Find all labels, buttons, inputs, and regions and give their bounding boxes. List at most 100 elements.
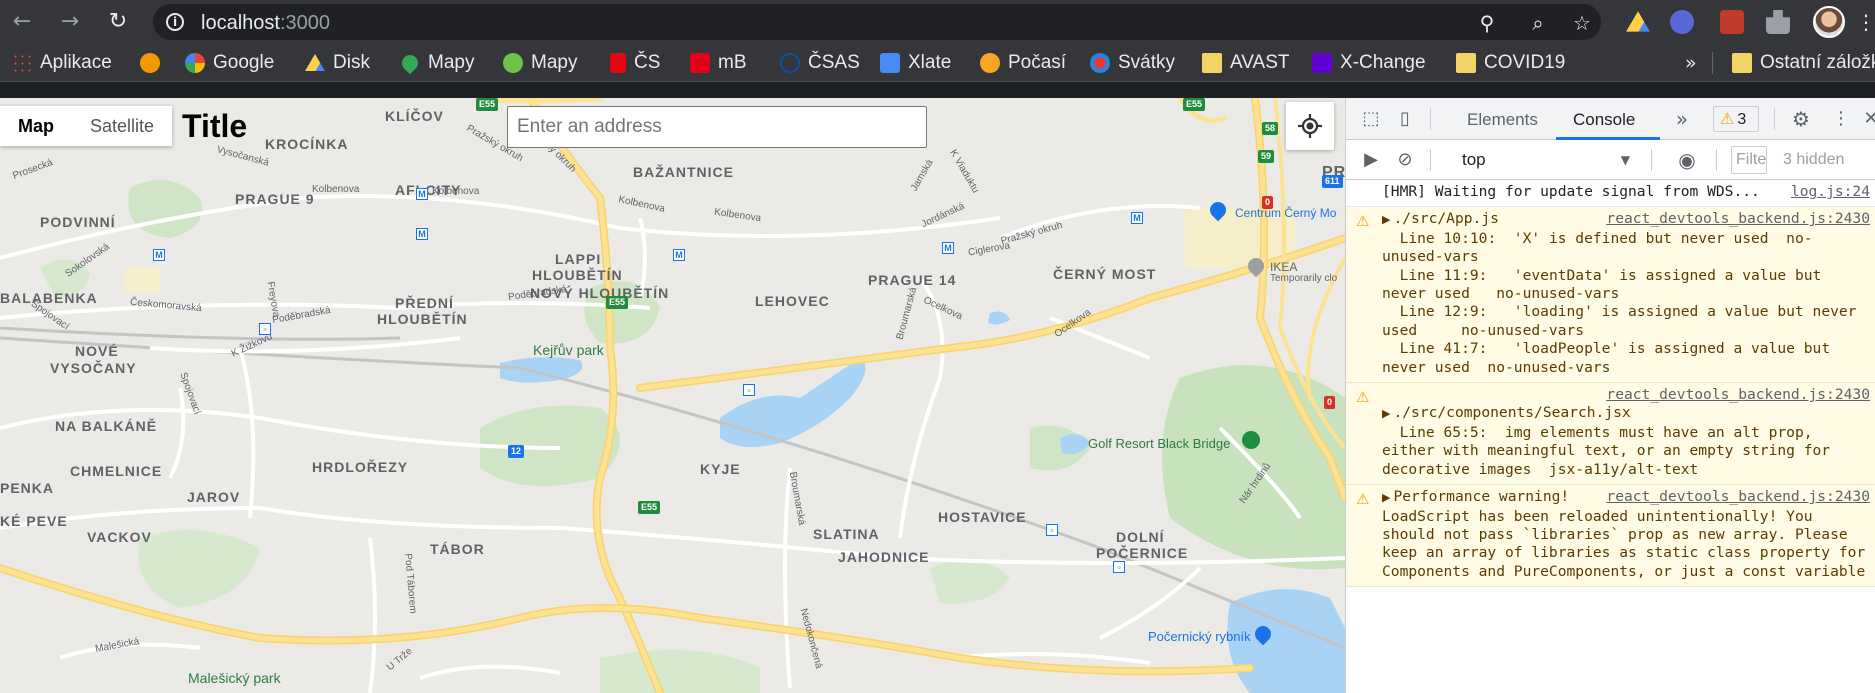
route-shield: 0 [1262, 196, 1274, 209]
bookmark-folder-avast[interactable]: AVAST [1202, 52, 1289, 74]
message-source-link[interactable]: react_devtools_backend.js:2430 [1606, 488, 1870, 506]
console-warning[interactable]: ⚠ react_devtools_backend.js:2430 ▶ ./src/… [1346, 207, 1875, 384]
bookmark-label: Mapy [428, 52, 475, 73]
train-station-icon[interactable]: ▫ [1046, 524, 1058, 536]
device-toolbar-icon[interactable]: ▯ [1394, 108, 1416, 130]
message-source-link[interactable]: react_devtools_backend.js:2430 [1606, 210, 1870, 228]
metro-station-icon[interactable]: M [416, 228, 428, 240]
expand-arrow-icon[interactable]: ▶ [1382, 213, 1390, 226]
translate-icon [880, 53, 900, 73]
devtools-tab-bar: ⬚ ▯ Elements Console » ⚠3 ⚙ ⋮ ✕ [1346, 98, 1875, 140]
profile-avatar[interactable] [1813, 6, 1845, 38]
map-type-satellite-button[interactable]: Satellite [72, 106, 172, 146]
location-pin-icon[interactable]: ⚲ [1476, 12, 1498, 34]
district-label: PŘEDNÍ [395, 295, 454, 311]
tab-elements[interactable]: Elements [1467, 110, 1538, 130]
bookmark-mapy-cz[interactable]: Mapy [503, 52, 577, 74]
address-bar[interactable]: i localhost:3000 ⚲ ⌕ ☆ [153, 4, 1601, 40]
hidden-messages-count[interactable]: 3 hidden [1783, 151, 1844, 169]
train-station-icon[interactable]: ▫ [743, 384, 755, 396]
devtools-panel: ⬚ ▯ Elements Console » ⚠3 ⚙ ⋮ ✕ ▶ ⊘ top▼… [1345, 98, 1875, 693]
message-source-link[interactable]: react_devtools_backend.js:2430 [1606, 386, 1870, 404]
expand-arrow-icon[interactable]: ▶ [1382, 407, 1390, 420]
my-location-button[interactable] [1286, 102, 1334, 150]
extensions-puzzle-icon[interactable] [1766, 10, 1790, 34]
bookmark-label: COVID19 [1484, 52, 1566, 73]
bookmark-csas[interactable]: ČSAS [780, 52, 860, 74]
browser-menu-icon[interactable]: ⋮ [1856, 10, 1875, 34]
route-shield: E55 [476, 98, 499, 111]
site-info-icon[interactable]: i [166, 13, 184, 31]
bookmarks-overflow-chevron-icon[interactable]: » [1685, 52, 1697, 74]
back-button[interactable]: ← [8, 8, 36, 36]
warning-icon: ⚠ [1356, 388, 1370, 407]
bookmark-xlate[interactable]: Xlate [880, 52, 951, 74]
bookmark-google[interactable]: Google [185, 52, 274, 74]
bookmark-label: ČSAS [808, 52, 860, 73]
metro-station-icon[interactable]: M [942, 242, 954, 254]
poi-label: IKEA [1270, 260, 1298, 274]
bookmark-svatky[interactable]: Svátky [1090, 52, 1175, 74]
devtools-menu-icon[interactable]: ⋮ [1830, 108, 1852, 130]
console-warning[interactable]: ⚠ react_devtools_backend.js:2430 ▶ Perfor… [1346, 485, 1875, 588]
more-tabs-chevron-icon[interactable]: » [1671, 108, 1693, 130]
settings-gear-icon[interactable]: ⚙ [1790, 108, 1812, 130]
district-label: HRDLOŘEZY [312, 459, 409, 475]
address-search-input[interactable] [507, 106, 927, 148]
bookmark-label: Disk [333, 52, 370, 73]
star-bookmark-icon[interactable]: ☆ [1571, 12, 1593, 34]
toolbar-divider [1774, 108, 1775, 130]
console-toolbar: ▶ ⊘ top ▼ ◉ Filte 3 hidden [1346, 140, 1875, 180]
metro-station-icon[interactable]: M [416, 188, 428, 200]
route-shield: 12 [508, 445, 525, 458]
zoom-icon[interactable]: ⌕ [1527, 12, 1549, 34]
metro-station-icon[interactable]: M [153, 249, 165, 261]
url-text[interactable]: localhost:3000 [201, 12, 330, 35]
bookmark-disk[interactable]: Disk [305, 52, 370, 74]
bookmark-mapy-google[interactable]: Mapy [398, 51, 475, 75]
train-station-icon[interactable]: ▫ [259, 323, 271, 335]
bookmark-mb[interactable]: mB [690, 52, 747, 74]
district-label: KLÍČOV [385, 108, 444, 124]
message-source-link[interactable]: log.js:24 [1791, 183, 1870, 201]
map-type-control: Map Satellite [0, 106, 173, 146]
bookmark-pocasi[interactable]: Počasí [980, 52, 1066, 74]
console-filter-input[interactable]: Filte [1731, 146, 1767, 174]
warnings-badge[interactable]: ⚠ 3 [1713, 106, 1759, 132]
tab-console[interactable]: Console [1573, 110, 1635, 130]
drive-extension-icon[interactable] [1626, 11, 1650, 32]
metro-station-icon[interactable]: M [1131, 212, 1143, 224]
poi-label: Golf Resort Black Bridge [1088, 436, 1231, 451]
district-label: TÁBOR [430, 541, 485, 557]
reload-button[interactable]: ↻ [104, 8, 132, 36]
bookmark-1[interactable] [140, 52, 168, 74]
bookmark-cs[interactable]: ČS [610, 52, 660, 74]
bookmark-apps[interactable]: Aplikace [12, 52, 112, 74]
district-label: PODVINNÍ [40, 214, 116, 230]
show-sidebar-icon[interactable]: ▶ [1360, 149, 1382, 171]
check-extension-icon[interactable] [1670, 10, 1694, 34]
forward-button[interactable]: → [56, 8, 84, 36]
bookmark-folder-covid[interactable]: COVID19 [1456, 52, 1565, 74]
map-type-map-button[interactable]: Map [0, 106, 72, 146]
train-station-icon[interactable]: ▫ [1113, 561, 1125, 573]
live-expression-eye-icon[interactable]: ◉ [1676, 149, 1698, 171]
red-extension-icon[interactable] [1720, 10, 1744, 34]
bookmark-other-folder[interactable]: Ostatní záložk [1732, 52, 1875, 74]
golf-pin-icon[interactable] [1242, 431, 1260, 449]
expand-arrow-icon[interactable]: ▶ [1382, 491, 1390, 504]
warning-icon: ⚠ [1720, 109, 1735, 128]
bookmark-xchange[interactable]: X-Change [1312, 52, 1426, 74]
folder-icon [1732, 53, 1752, 73]
metro-station-icon[interactable]: M [673, 249, 685, 261]
context-selector[interactable]: top ▼ [1456, 148, 1636, 172]
street-label: Kolbenova [312, 184, 360, 195]
toolbar-divider [1716, 149, 1717, 171]
google-map[interactable]: KLÍČOV KROCÍNKA BAŽANTNICE AFI CITY PRAG… [0, 98, 1345, 693]
bookmark-label: ČS [634, 52, 661, 73]
close-devtools-icon[interactable]: ✕ [1860, 108, 1875, 130]
clear-console-icon[interactable]: ⊘ [1394, 149, 1416, 171]
console-messages: log.js:24 [HMR] Waiting for update signa… [1346, 180, 1875, 693]
inspect-element-icon[interactable]: ⬚ [1360, 108, 1382, 130]
console-warning[interactable]: ⚠ react_devtools_backend.js:2430 ▶ ./src/… [1346, 383, 1875, 486]
